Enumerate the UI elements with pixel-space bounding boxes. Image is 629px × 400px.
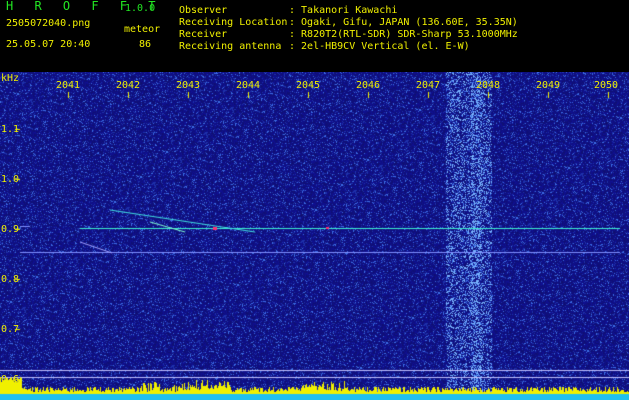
field-antenna-value: : 2el-HB9CV Vertical (el. E-W) — [289, 41, 470, 52]
y-tick-label: 0.7 — [1, 324, 20, 335]
x-tick-label: 2045 — [295, 80, 321, 91]
field-receiver-key: Receiver — [179, 29, 228, 40]
x-tick-label: 2049 — [535, 80, 561, 91]
y-tick-label: 0.9 — [1, 224, 20, 235]
field-antenna-key: Receiving antenna — [179, 41, 282, 52]
x-tick-label: 2041 — [55, 80, 81, 91]
y-unit-label: kHz — [1, 73, 20, 84]
y-tick-label: 1.1 — [1, 124, 20, 135]
x-tick-label: 2042 — [115, 80, 141, 91]
x-tick-label: 2050 — [593, 80, 619, 91]
field-location-value: : Ogaki, Gifu, JAPAN (136.60E, 35.35N) — [289, 17, 518, 28]
spectrogram-canvas — [0, 72, 629, 400]
field-location-key: Receiving Location — [179, 17, 288, 28]
mode-label: meteor — [124, 24, 161, 35]
x-tick-label: 2048 — [475, 80, 501, 91]
meteor-count: 86 — [139, 39, 152, 50]
field-observer-value: : Takanori Kawachi — [289, 5, 398, 16]
x-tick-label: 2043 — [175, 80, 201, 91]
x-tick-label: 2046 — [355, 80, 381, 91]
field-receiver-value: : R820T2(RTL-SDR) SDR-Sharp 53.1000MHz — [289, 29, 518, 40]
y-tick-label: 0.6 — [1, 374, 20, 385]
app-version: 1.0.0 — [125, 3, 156, 14]
x-tick-label: 2044 — [235, 80, 261, 91]
field-observer-key: Observer — [179, 5, 228, 16]
y-tick-label: 1.0 — [1, 174, 20, 185]
x-tick-label: 2047 — [415, 80, 441, 91]
header-panel: H R O F F T 1.0.0 2505072040.png meteor … — [0, 0, 629, 72]
datetime: 25.05.07 20:40 — [6, 39, 91, 50]
filename: 2505072040.png — [6, 18, 91, 29]
y-tick-label: 0.8 — [1, 274, 20, 285]
